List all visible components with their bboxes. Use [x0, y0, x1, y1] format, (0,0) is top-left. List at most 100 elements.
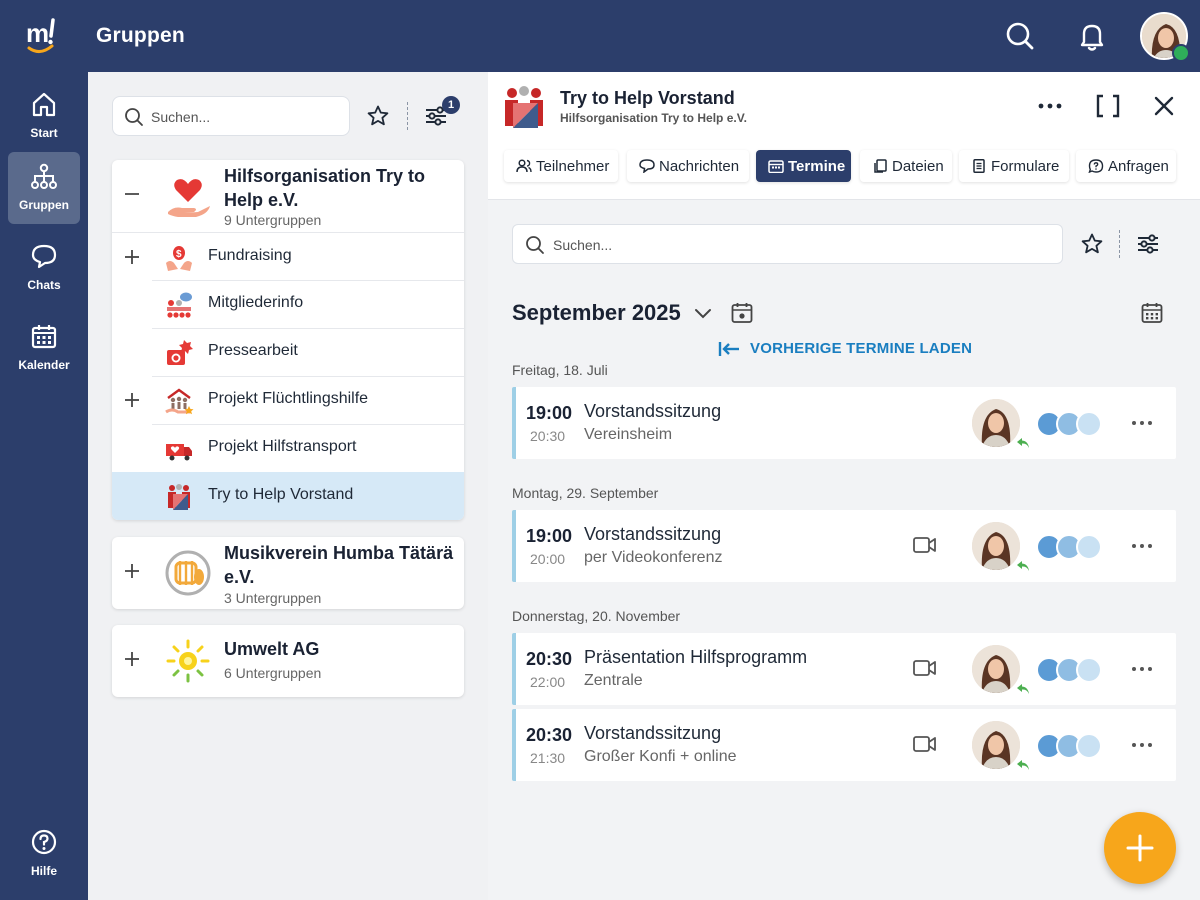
groups-search-box[interactable]	[112, 96, 350, 136]
close-icon[interactable]	[1152, 94, 1176, 118]
nav-start[interactable]: Start	[8, 80, 80, 152]
participant-icon	[1076, 411, 1102, 437]
star-icon[interactable]	[1080, 232, 1104, 256]
video-camera-icon	[913, 736, 936, 752]
app-logo[interactable]: m	[26, 16, 62, 56]
nav-label-start: Start	[30, 126, 58, 140]
calendar-icon	[31, 325, 57, 349]
participant-icon	[1076, 534, 1102, 560]
organizer-avatar[interactable]	[972, 399, 1020, 447]
org-card[interactable]: Umwelt AG 6 Untergruppen	[112, 625, 464, 697]
calendar-grid-icon[interactable]	[1140, 301, 1164, 325]
more-horizontal-icon[interactable]	[1130, 665, 1154, 673]
svg-text:m: m	[26, 18, 49, 48]
home-icon	[32, 92, 56, 117]
group-parent-org: Hilfsorganisation Try to Help e.V.	[560, 111, 747, 125]
nav-hilfe[interactable]: Hilfe	[8, 818, 80, 890]
tab-label: Dateien	[892, 158, 944, 175]
event-end-time: 22:00	[530, 674, 566, 690]
event-end-time: 21:30	[530, 750, 566, 766]
expand-plus-icon[interactable]	[124, 651, 140, 667]
event-title: Präsentation Hilfsprogramm	[584, 647, 808, 667]
subgroup-row-hilfstransport[interactable]: Projekt Hilfstransport	[112, 424, 464, 472]
search-icon[interactable]	[1004, 20, 1036, 52]
subgroup-row-mitgliederinfo[interactable]: Mitgliederinfo	[112, 280, 464, 328]
fundraising-icon: $	[166, 246, 192, 271]
participant-icon	[1076, 733, 1102, 759]
event-location: per Videokonferenz	[584, 549, 723, 566]
events-search-input[interactable]	[553, 234, 1043, 256]
tab-label: Anfragen	[1108, 158, 1169, 175]
bell-icon[interactable]	[1076, 20, 1108, 52]
participants-avatars[interactable]	[1036, 534, 1106, 560]
more-horizontal-icon[interactable]	[1036, 94, 1064, 118]
question-icon	[1088, 159, 1104, 173]
groups-search-input[interactable]	[151, 106, 341, 128]
groups-panel: 1 Hilfsorganisation Try to Help e.V. 9 U…	[88, 72, 488, 900]
organizer-avatar[interactable]	[972, 721, 1020, 769]
filter-sliders-icon[interactable]	[1136, 232, 1160, 256]
org-subgroup-count: 3 Untergruppen	[224, 590, 322, 606]
page-title: Gruppen	[96, 24, 185, 47]
org-header[interactable]: Umwelt AG 6 Untergruppen	[112, 625, 464, 697]
collapse-icon[interactable]	[124, 186, 140, 202]
org-logo-sun	[166, 639, 210, 683]
nav-label-kalender: Kalender	[18, 358, 70, 372]
pressearbeit-icon	[167, 340, 193, 365]
add-event-button[interactable]	[1104, 812, 1176, 884]
calendar-today-icon[interactable]	[730, 301, 754, 325]
tab-formulare[interactable]: Formulare	[959, 150, 1069, 182]
files-icon	[874, 159, 887, 173]
group-title: Try to Help Vorstand	[560, 88, 735, 108]
expand-plus-icon[interactable]	[124, 392, 140, 408]
organizer-avatar[interactable]	[972, 522, 1020, 570]
org-name: Musikverein Humba Tätärä e.V.	[224, 543, 454, 587]
subgroup-row-pressearbeit[interactable]: Pressearbeit	[112, 328, 464, 376]
search-icon	[526, 236, 544, 254]
more-horizontal-icon[interactable]	[1130, 419, 1154, 427]
events-search-box[interactable]	[512, 224, 1063, 264]
event-card[interactable]: 19:00 20:30 Vorstandssitzung Vereinsheim	[512, 387, 1176, 459]
toolbar-divider	[407, 102, 408, 130]
subgroup-row-fluechtlingshilfe[interactable]: Projekt Flüchtlingshilfe	[112, 376, 464, 424]
row-divider	[152, 328, 464, 329]
star-icon[interactable]	[366, 104, 390, 128]
subgroup-row-vorstand[interactable]: Try to Help Vorstand	[112, 472, 464, 520]
org-header[interactable]: Hilfsorganisation Try to Help e.V. 9 Unt…	[112, 160, 464, 232]
participants-avatars[interactable]	[1036, 411, 1106, 437]
tab-anfragen[interactable]: Anfragen	[1076, 150, 1176, 182]
group-detail-panel: Try to Help Vorstand Hilfsorganisation T…	[488, 72, 1200, 900]
expand-plus-icon[interactable]	[124, 249, 140, 265]
nav-gruppen[interactable]: Gruppen	[8, 152, 80, 224]
message-icon	[639, 159, 655, 173]
event-card[interactable]: 19:00 20:00 Vorstandssitzung per Videoko…	[512, 510, 1176, 582]
more-horizontal-icon[interactable]	[1130, 741, 1154, 749]
event-card[interactable]: 20:30 21:30 Vorstandssitzung Großer Konf…	[512, 709, 1176, 781]
chevron-down-icon[interactable]	[694, 308, 712, 320]
event-start-time: 19:00	[526, 526, 573, 546]
organizer-avatar[interactable]	[972, 645, 1020, 693]
expand-plus-icon[interactable]	[124, 563, 140, 579]
filter-count-badge: 1	[442, 96, 460, 114]
org-header[interactable]: Musikverein Humba Tätärä e.V. 3 Untergru…	[112, 537, 464, 609]
event-location: Zentrale	[584, 672, 643, 689]
participants-avatars[interactable]	[1036, 733, 1106, 759]
fullscreen-icon[interactable]	[1094, 92, 1122, 120]
event-card[interactable]: 20:30 22:00 Präsentation Hilfsprogramm Z…	[512, 633, 1176, 705]
subgroup-label: Pressearbeit	[208, 342, 298, 359]
tab-label: Teilnehmer	[536, 158, 610, 175]
participants-avatars[interactable]	[1036, 657, 1106, 683]
more-horizontal-icon[interactable]	[1130, 542, 1154, 550]
org-card[interactable]: Musikverein Humba Tätärä e.V. 3 Untergru…	[112, 537, 464, 609]
tab-nachrichten[interactable]: Nachrichten	[627, 150, 749, 182]
nav-kalender[interactable]: Kalender	[8, 312, 80, 384]
left-navigation: Start Gruppen Chats Kalender Hilfe	[0, 72, 88, 900]
tab-dateien[interactable]: Dateien	[860, 150, 952, 182]
tab-termine[interactable]: Termine	[756, 150, 851, 182]
search-icon	[125, 108, 143, 126]
nav-chats[interactable]: Chats	[8, 232, 80, 304]
subgroup-label: Mitgliederinfo	[208, 294, 304, 311]
subgroup-row-fundraising[interactable]: $ Fundraising	[112, 232, 464, 280]
month-selector-label[interactable]: September 2025	[512, 300, 681, 326]
tab-teilnehmer[interactable]: Teilnehmer	[504, 150, 618, 182]
